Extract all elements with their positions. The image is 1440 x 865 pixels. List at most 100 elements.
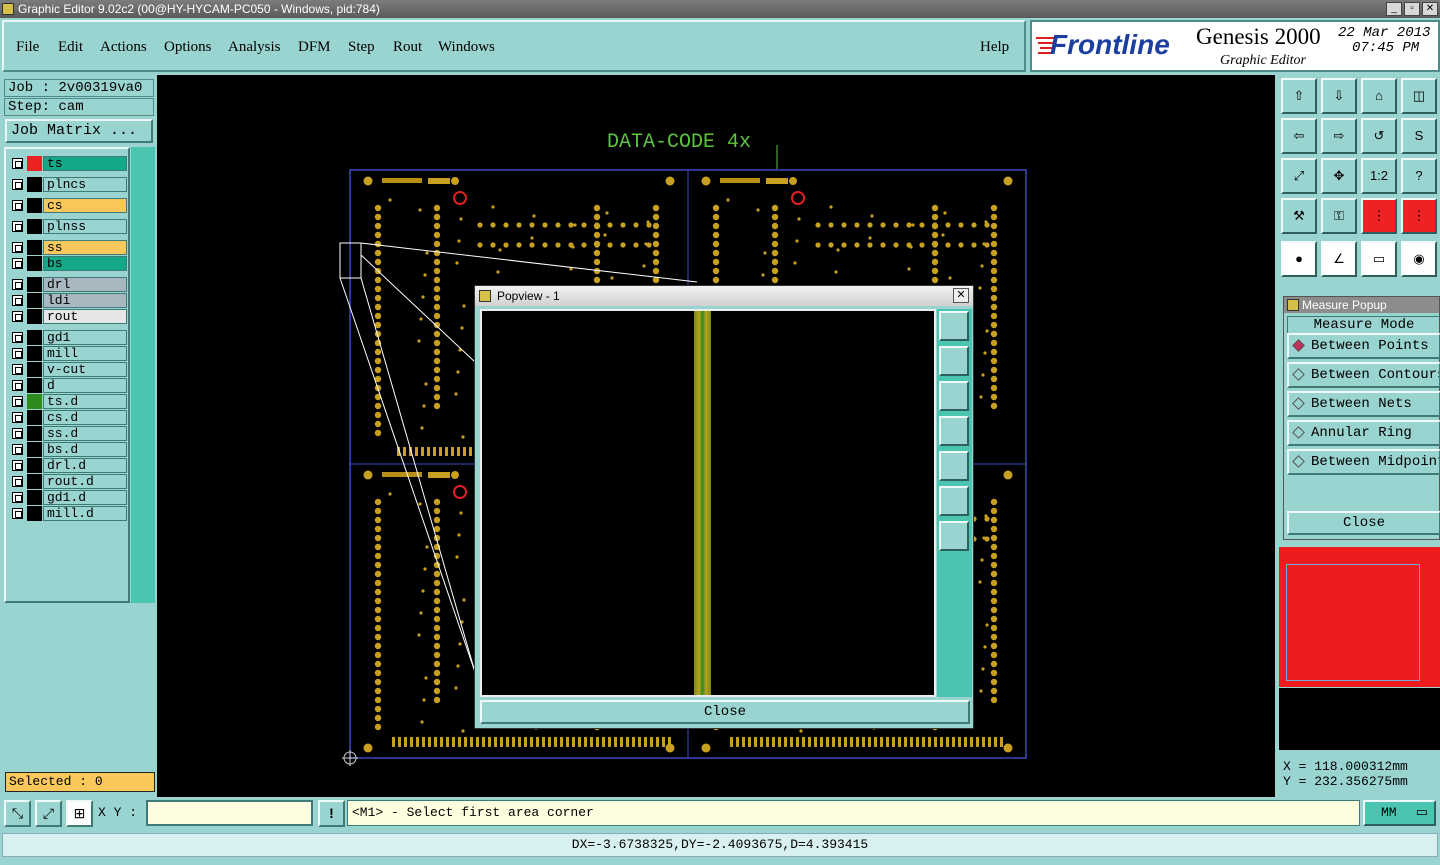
alert-icon[interactable]: ! xyxy=(318,800,345,827)
layer-checkbox[interactable] xyxy=(12,242,23,253)
layer-row-rout[interactable]: rout xyxy=(9,309,127,324)
menu-help[interactable]: Help xyxy=(980,39,1009,56)
layer-checkbox[interactable] xyxy=(12,508,23,519)
key-icon[interactable]: ⚿ xyxy=(1321,198,1357,234)
layer-checkbox[interactable] xyxy=(12,258,23,269)
layer-checkbox[interactable] xyxy=(12,179,23,190)
layer-row-d[interactable]: d xyxy=(9,378,127,393)
popview-pan-down-icon[interactable] xyxy=(939,381,969,411)
measure-close-button[interactable]: Close xyxy=(1287,511,1440,535)
layer-checkbox[interactable] xyxy=(12,412,23,423)
layer-checkbox[interactable] xyxy=(12,492,23,503)
layer-row-ts[interactable]: ts xyxy=(9,156,127,171)
menu-rout[interactable]: Rout xyxy=(393,39,422,56)
layer-row-cs[interactable]: cs xyxy=(9,198,127,213)
menu-edit[interactable]: Edit xyxy=(58,39,83,56)
layer-checkbox[interactable] xyxy=(12,200,23,211)
rotate-icon[interactable]: ↺ xyxy=(1361,118,1397,154)
layer-checkbox[interactable] xyxy=(12,295,23,306)
popview-pan-up-icon[interactable] xyxy=(939,346,969,376)
maximize-button[interactable]: ▫ xyxy=(1404,2,1420,16)
layer-list-scrollbar[interactable] xyxy=(131,147,155,603)
layer-row-cs.d[interactable]: cs.d xyxy=(9,410,127,425)
layer-row-ldi[interactable]: ldi xyxy=(9,293,127,308)
measure-angle-icon[interactable]: ∠ xyxy=(1321,241,1357,277)
layer-checkbox[interactable] xyxy=(12,380,23,391)
popview-pan-left-icon[interactable] xyxy=(939,416,969,446)
layer-checkbox[interactable] xyxy=(12,332,23,343)
layer-checkbox[interactable] xyxy=(12,348,23,359)
snap-grid-icon[interactable]: ⤡ xyxy=(4,800,31,827)
layer-checkbox[interactable] xyxy=(12,158,23,169)
grid-toggle-icon[interactable]: ⊞ xyxy=(66,800,93,827)
net-display-icon[interactable]: ⋮ xyxy=(1361,198,1397,234)
help-query-icon[interactable]: ? xyxy=(1401,158,1437,194)
menu-dfm[interactable]: DFM xyxy=(298,39,331,56)
layer-row-v-cut[interactable]: v-cut xyxy=(9,362,127,377)
home-icon[interactable]: ⌂ xyxy=(1361,78,1397,114)
layer-row-mill[interactable]: mill xyxy=(9,346,127,361)
minimize-button[interactable]: _ xyxy=(1386,2,1402,16)
job-matrix-button[interactable]: Job Matrix ... xyxy=(5,119,153,143)
download-icon[interactable]: ⇩ xyxy=(1321,78,1357,114)
layer-checkbox[interactable] xyxy=(12,396,23,407)
popview-pan-right-icon[interactable] xyxy=(939,451,969,481)
layer-checkbox[interactable] xyxy=(12,221,23,232)
layer-row-plncs[interactable]: plncs xyxy=(9,177,127,192)
menu-step[interactable]: Step xyxy=(348,39,375,56)
tools-icon[interactable]: ⚒ xyxy=(1281,198,1317,234)
zoom-center-icon[interactable]: ✥ xyxy=(1321,158,1357,194)
option-annular-ring[interactable]: Annular Ring xyxy=(1287,420,1440,446)
layer-row-bs.d[interactable]: bs.d xyxy=(9,442,127,457)
ruler-icon[interactable]: ▭ xyxy=(1361,241,1397,277)
popview-close-x-icon[interactable]: ✕ xyxy=(953,288,969,303)
pan-left-icon[interactable]: ⇦ xyxy=(1281,118,1317,154)
menu-actions[interactable]: Actions xyxy=(100,39,147,56)
xy-input[interactable] xyxy=(146,800,313,826)
layer-row-bs[interactable]: bs xyxy=(9,256,127,271)
layer-row-drl[interactable]: drl xyxy=(9,277,127,292)
layer-row-gd1.d[interactable]: gd1.d xyxy=(9,490,127,505)
pan-right-icon[interactable]: ⇨ xyxy=(1321,118,1357,154)
layer-checkbox[interactable] xyxy=(12,476,23,487)
close-window-button[interactable]: ✕ xyxy=(1422,2,1438,16)
layer-checkbox[interactable] xyxy=(12,311,23,322)
units-select[interactable]: MM ▭ xyxy=(1363,800,1436,826)
layer-row-ts.d[interactable]: ts.d xyxy=(9,394,127,409)
mirror-icon[interactable]: S xyxy=(1401,118,1437,154)
select-pad-icon[interactable]: ◉ xyxy=(1401,241,1437,277)
option-between-points[interactable]: Between Points xyxy=(1287,333,1440,359)
layer-checkbox[interactable] xyxy=(12,460,23,471)
popview-zoom-in-icon[interactable] xyxy=(939,521,969,551)
layer-row-drl.d[interactable]: drl.d xyxy=(9,458,127,473)
net-highlight-icon[interactable]: ⋮ xyxy=(1401,198,1437,234)
window-split-icon[interactable]: ◫ xyxy=(1401,78,1437,114)
menu-analysis[interactable]: Analysis xyxy=(228,39,281,56)
layer-checkbox[interactable] xyxy=(12,428,23,439)
layer-row-gd1[interactable]: gd1 xyxy=(9,330,127,345)
zoom-fit-icon[interactable]: ⤢ xyxy=(1281,158,1317,194)
popview-close-button[interactable]: Close xyxy=(480,700,970,724)
popview-zoom-window-icon[interactable] xyxy=(939,311,969,341)
scale-one-to-two-icon[interactable]: 1:2 xyxy=(1361,158,1397,194)
layer-row-ss.d[interactable]: ss.d xyxy=(9,426,127,441)
layer-checkbox[interactable] xyxy=(12,279,23,290)
option-between-contours[interactable]: Between Contours xyxy=(1287,362,1440,388)
layer-row-mill.d[interactable]: mill.d xyxy=(9,506,127,521)
layer-row-ss[interactable]: ss xyxy=(9,240,127,255)
snap-point-icon[interactable]: ● xyxy=(1281,241,1317,277)
option-between-nets[interactable]: Between Nets xyxy=(1287,391,1440,417)
layer-row-rout.d[interactable]: rout.d xyxy=(9,474,127,489)
menu-file[interactable]: File xyxy=(16,39,39,56)
option-between-midpoints[interactable]: Between Midpoints xyxy=(1287,449,1440,475)
snap-angle-icon[interactable]: ⤢ xyxy=(35,800,62,827)
layer-checkbox[interactable] xyxy=(12,364,23,375)
popview-zoom-out-icon[interactable] xyxy=(939,486,969,516)
upload-icon[interactable]: ⇧ xyxy=(1281,78,1317,114)
layer-checkbox[interactable] xyxy=(12,444,23,455)
menu-options[interactable]: Options xyxy=(164,39,212,56)
overview-map[interactable] xyxy=(1279,547,1440,687)
popview-canvas[interactable] xyxy=(480,309,936,697)
menu-windows[interactable]: Windows xyxy=(438,39,495,56)
layer-row-plnss[interactable]: plnss xyxy=(9,219,127,234)
